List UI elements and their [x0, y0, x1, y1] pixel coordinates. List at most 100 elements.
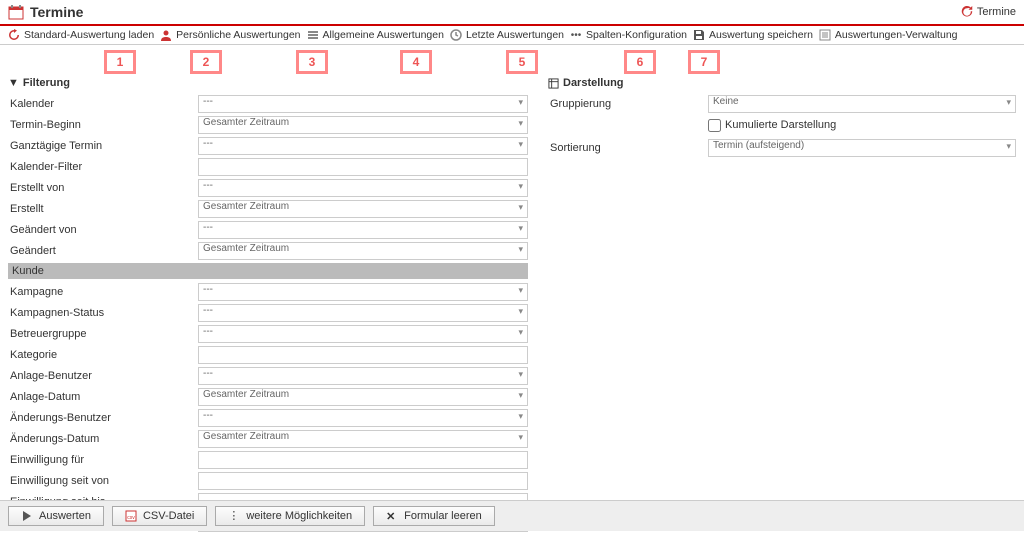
toolbar-std-load-label: Standard-Auswertung laden	[24, 29, 154, 41]
sort-label: Sortierung	[548, 142, 708, 154]
csv-button[interactable]: csv CSV-Datei	[112, 506, 207, 526]
reload-icon	[8, 29, 20, 41]
toolbar-general-label: Allgemeine Auswertungen	[323, 29, 444, 41]
person-icon	[160, 29, 172, 41]
filter-label: Anlage-Benutzer	[8, 370, 198, 382]
filter-label: Geändert von	[8, 224, 198, 236]
refresh-label: Termine	[977, 6, 1016, 18]
filter-select[interactable]: ---	[198, 283, 528, 301]
cumulative-label: Kumulierte Darstellung	[725, 119, 836, 131]
filter-select[interactable]: Gesamter Zeitraum	[198, 200, 528, 218]
evaluate-button[interactable]: Auswerten	[8, 506, 104, 526]
csv-label: CSV-Datei	[143, 510, 194, 522]
display-column: Darstellung Gruppierung Keine Kumulierte…	[548, 73, 1016, 533]
more-button[interactable]: ⋮ weitere Möglichkeiten	[215, 506, 365, 526]
overlay-7: 7	[688, 50, 720, 74]
filter-header: ▼ Filterung	[8, 73, 528, 93]
filter-select[interactable]: ---	[198, 325, 528, 343]
filter-label: Einwilligung für	[8, 454, 198, 466]
filter-input[interactable]	[198, 472, 528, 490]
display-title: Darstellung	[563, 77, 624, 89]
main-content: ▼ Filterung Kalender---Termin-BeginnGesa…	[0, 45, 1024, 537]
toolbar-columns[interactable]: ••• Spalten-Konfiguration	[570, 29, 687, 41]
calendar-icon	[8, 4, 24, 20]
filter-select[interactable]: ---	[198, 367, 528, 385]
manage-icon	[819, 29, 831, 41]
filter-select[interactable]: Gesamter Zeitraum	[198, 388, 528, 406]
overlay-5: 5	[506, 50, 538, 74]
filter-icon: ▼	[8, 77, 19, 89]
filter-input[interactable]	[198, 346, 528, 364]
group-select[interactable]: Keine	[708, 95, 1016, 113]
more-label: weitere Möglichkeiten	[246, 510, 352, 522]
refresh-button[interactable]: Termine	[961, 6, 1016, 18]
toolbar-recent[interactable]: Letzte Auswertungen	[450, 29, 564, 41]
list-icon	[307, 29, 319, 41]
filter-label: Änderungs-Datum	[8, 433, 198, 445]
toolbar-personal[interactable]: Persönliche Auswertungen	[160, 29, 300, 41]
filter-label: Termin-Beginn	[8, 119, 198, 131]
toolbar-save-label: Auswertung speichern	[709, 29, 813, 41]
sort-select[interactable]: Termin (aufsteigend)	[708, 139, 1016, 157]
filter-select[interactable]: Gesamter Zeitraum	[198, 116, 528, 134]
display-header: Darstellung	[548, 73, 1016, 93]
overlay-4: 4	[400, 50, 432, 74]
toolbar-recent-label: Letzte Auswertungen	[466, 29, 564, 41]
filter-label: Betreuergruppe	[8, 328, 198, 340]
filter-select[interactable]: ---	[198, 179, 528, 197]
filter-label: Geändert	[8, 245, 198, 257]
filter-label: Einwilligung seit von	[8, 475, 198, 487]
filter-label: Kampagnen-Status	[8, 307, 198, 319]
footer-toolbar: Auswerten csv CSV-Datei ⋮ weitere Möglic…	[0, 500, 1024, 531]
play-icon	[21, 510, 33, 522]
toolbar-manage-label: Auswertungen-Verwaltung	[835, 29, 958, 41]
clock-icon	[450, 29, 462, 41]
filter-select[interactable]: ---	[198, 304, 528, 322]
x-icon: ✕	[386, 510, 398, 522]
filter-select[interactable]: Gesamter Zeitraum	[198, 430, 528, 448]
filter-select[interactable]: ---	[198, 221, 528, 239]
filter-select[interactable]: ---	[198, 95, 528, 113]
filter-label: Kalender	[8, 98, 198, 110]
csv-icon: csv	[125, 510, 137, 522]
filter-label: Erstellt	[8, 203, 198, 215]
clear-button[interactable]: ✕ Formular leeren	[373, 506, 495, 526]
dots-v-icon: ⋮	[228, 510, 240, 522]
svg-text:csv: csv	[127, 515, 135, 521]
cumulative-checkbox[interactable]: Kumulierte Darstellung	[708, 117, 1016, 136]
overlay-6: 6	[624, 50, 656, 74]
filter-select[interactable]: ---	[198, 137, 528, 155]
filter-select[interactable]: ---	[198, 409, 528, 427]
filter-label: Änderungs-Benutzer	[8, 412, 198, 424]
filter-column: ▼ Filterung Kalender---Termin-BeginnGesa…	[8, 73, 528, 533]
cumulative-input[interactable]	[708, 119, 721, 132]
save-icon	[693, 29, 705, 41]
filter-title: Filterung	[23, 77, 70, 89]
evaluate-label: Auswerten	[39, 510, 91, 522]
toolbar-std-load[interactable]: Standard-Auswertung laden	[8, 29, 154, 41]
group-label: Gruppierung	[548, 98, 708, 110]
filter-label: Ganztägige Termin	[8, 140, 198, 152]
toolbar-manage[interactable]: Auswertungen-Verwaltung	[819, 29, 958, 41]
overlay-2: 2	[190, 50, 222, 74]
toolbar-columns-label: Spalten-Konfiguration	[586, 29, 687, 41]
clear-label: Formular leeren	[404, 510, 482, 522]
toolbar: Standard-Auswertung laden Persönliche Au…	[0, 26, 1024, 45]
refresh-icon	[961, 6, 973, 18]
kunde-subheader: Kunde	[8, 263, 528, 279]
filter-select[interactable]: Gesamter Zeitraum	[198, 242, 528, 260]
toolbar-personal-label: Persönliche Auswertungen	[176, 29, 300, 41]
page-title: Termine	[30, 4, 961, 20]
filter-input[interactable]	[198, 451, 528, 469]
dots-icon: •••	[570, 29, 582, 41]
filter-label: Kampagne	[8, 286, 198, 298]
filter-label: Kalender-Filter	[8, 161, 198, 173]
filter-label: Kategorie	[8, 349, 198, 361]
overlay-1: 1	[104, 50, 136, 74]
toolbar-save[interactable]: Auswertung speichern	[693, 29, 813, 41]
filter-input[interactable]	[198, 158, 528, 176]
filter-label: Erstellt von	[8, 182, 198, 194]
toolbar-general[interactable]: Allgemeine Auswertungen	[307, 29, 444, 41]
display-icon	[548, 78, 559, 89]
page-header: Termine Termine	[0, 0, 1024, 26]
